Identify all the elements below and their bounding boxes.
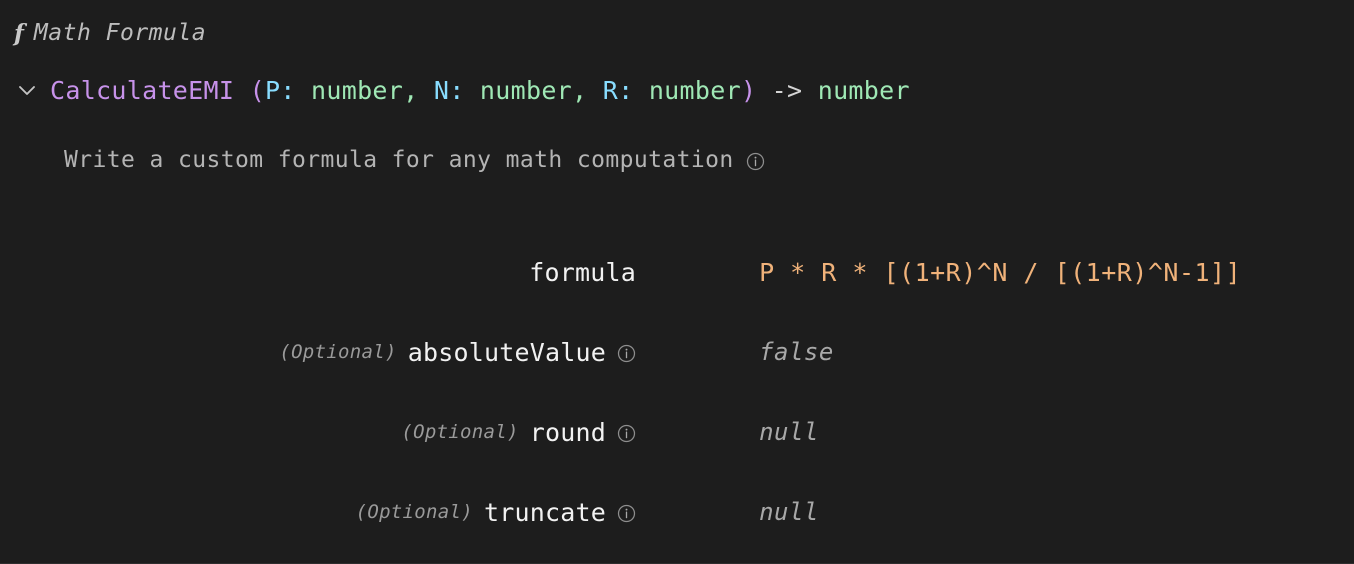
info-icon[interactable]	[746, 152, 765, 171]
parameter-row-truncate: (Optional) truncate null	[0, 472, 1354, 552]
function-description-row: Write a custom formula for any math comp…	[64, 142, 765, 178]
parameter-label-truncate: (Optional) truncate	[0, 498, 636, 527]
info-icon[interactable]	[617, 504, 636, 523]
param-name-1: N	[433, 75, 450, 105]
sig-space-3	[587, 76, 602, 105]
parameter-value-round[interactable]: null	[759, 418, 819, 446]
page-title: Math Formula	[33, 20, 207, 46]
function-name: CalculateEMI	[50, 75, 235, 105]
parameter-value-formula[interactable]: P * R * [(1+R)^N / [(1+R)^N-1]]	[759, 258, 1241, 287]
param-comma-1: ,	[572, 75, 588, 105]
parameter-value-cell-absolutevalue[interactable]: false	[636, 319, 834, 385]
sig-space-6	[802, 76, 817, 105]
close-paren: )	[740, 75, 757, 105]
parameter-label-absolutevalue: (Optional) absoluteValue	[0, 338, 636, 367]
sig-space-5	[756, 76, 771, 105]
param-name-0: P	[264, 75, 281, 105]
info-icon[interactable]	[617, 424, 636, 443]
parameter-name-truncate: truncate	[483, 497, 606, 527]
param-colon-1: :	[449, 75, 465, 105]
sig-space-4	[633, 76, 648, 105]
parameter-value-cell-truncate[interactable]: null	[636, 479, 819, 545]
param-type-2: number	[648, 75, 741, 105]
optional-tag-truncate: (Optional)	[355, 501, 473, 523]
math-formula-function-panel: f Math Formula CalculateEMI ( P : number…	[0, 0, 1354, 564]
param-comma-0: ,	[403, 75, 419, 105]
info-icon[interactable]	[617, 344, 636, 363]
parameter-name-round: round	[529, 417, 606, 447]
param-type-0: number	[311, 75, 404, 105]
sig-space-2	[465, 76, 480, 105]
parameter-list: formula P * R * [(1+R)^N / [(1+R)^N-1]] …	[0, 232, 1354, 552]
parameter-label-round: (Optional) round	[0, 418, 636, 447]
parameter-name-absolutevalue: absoluteValue	[407, 337, 606, 367]
parameter-row-absolutevalue: (Optional) absoluteValue false	[0, 312, 1354, 392]
function-description: Write a custom formula for any math comp…	[64, 147, 734, 173]
panel-title-row: f Math Formula	[14, 16, 206, 50]
parameter-label-formula: formula	[0, 258, 636, 287]
parameter-value-truncate[interactable]: null	[759, 498, 819, 526]
parameter-value-cell-formula[interactable]: P * R * [(1+R)^N / [(1+R)^N-1]]	[636, 239, 1241, 306]
signature-space	[234, 76, 249, 105]
sig-space-0	[296, 76, 311, 105]
chevron-down-icon[interactable]	[14, 77, 40, 103]
optional-tag-absolutevalue: (Optional)	[279, 341, 397, 363]
param-name-2: R	[602, 75, 619, 105]
parameter-row-formula: formula P * R * [(1+R)^N / [(1+R)^N-1]]	[0, 232, 1354, 312]
return-arrow: ->	[771, 75, 803, 105]
optional-tag-round: (Optional)	[401, 421, 519, 443]
param-colon-2: :	[618, 75, 634, 105]
parameter-value-cell-round[interactable]: null	[636, 399, 819, 465]
open-paren: (	[249, 75, 265, 105]
param-colon-0: :	[280, 75, 296, 105]
return-type: number	[817, 75, 910, 105]
parameter-row-round: (Optional) round null	[0, 392, 1354, 472]
function-symbol-icon: f	[14, 19, 24, 47]
sig-space-1	[418, 76, 433, 105]
function-signature-row[interactable]: CalculateEMI ( P : number , N : number ,…	[14, 70, 910, 110]
parameter-value-absolutevalue[interactable]: false	[759, 338, 834, 366]
param-type-1: number	[479, 75, 573, 105]
parameter-name-formula: formula	[529, 257, 636, 287]
